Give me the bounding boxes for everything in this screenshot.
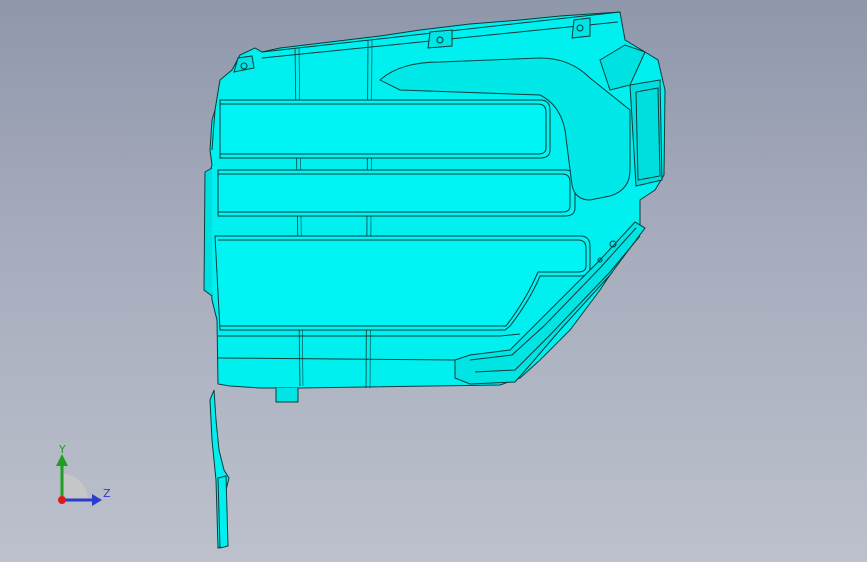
mounting-tab	[427, 29, 453, 49]
z-axis-arrowhead	[92, 494, 102, 506]
bottom-tab	[275, 388, 299, 403]
graphics-viewport[interactable]: Y Z	[0, 0, 867, 562]
x-axis-dot	[58, 496, 66, 504]
stiffening-rib	[217, 169, 576, 217]
z-axis-label: Z	[103, 487, 111, 500]
stiffening-rib	[219, 99, 551, 159]
y-axis-label: Y	[59, 443, 66, 456]
bracket-foot	[217, 475, 229, 549]
mounting-tab	[571, 17, 591, 39]
sheet-metal-part-model[interactable]	[0, 0, 867, 562]
